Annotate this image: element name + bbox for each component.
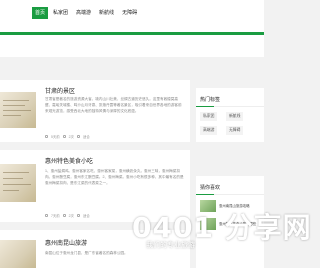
article-title[interactable]: 惠州特色美食小吃 bbox=[45, 156, 93, 165]
article-card[interactable]: 甘肃的景区 甘肃省是著名的旅游资源大省，境内山川壮美，丝绸古道历史悠久。这里有敦… bbox=[0, 80, 190, 142]
main-nav: 首页 私家团 高端游 新航线 无障碍 bbox=[32, 7, 140, 19]
banner-strip bbox=[0, 35, 264, 57]
article-thumbnail[interactable] bbox=[0, 240, 36, 268]
nav-home[interactable]: 首页 bbox=[32, 7, 49, 19]
hot-tags-title: 热门标签 bbox=[200, 97, 221, 103]
article-thumbnail[interactable] bbox=[0, 92, 36, 128]
tag-item[interactable]: 无障碍 bbox=[226, 126, 244, 135]
tag-icon bbox=[76, 214, 80, 217]
article-title[interactable]: 惠州南昆山旅游 bbox=[45, 238, 87, 247]
nav-private-tour[interactable]: 私家团 bbox=[50, 7, 71, 19]
eye-icon bbox=[62, 135, 66, 138]
recommend-title: 猜你喜欢 bbox=[200, 185, 221, 191]
nav-luxury-tour[interactable]: 高端游 bbox=[73, 7, 94, 19]
tag-item[interactable]: 私家团 bbox=[200, 112, 218, 121]
tag-item[interactable]: 新航线 bbox=[226, 112, 244, 121]
article-meta: 7天前 2次 适合 bbox=[45, 213, 90, 218]
tag-icon bbox=[76, 135, 80, 138]
article-excerpt: 1、惠州盐焗鸡。惠州客家名吃，惠州客家菜，惠州横沥汆丸，惠州三味，惠州梅菜扣肉。… bbox=[45, 169, 184, 185]
article-meta: 5天前 2次 适合 bbox=[45, 134, 90, 139]
eye-icon bbox=[62, 214, 66, 217]
nav-new-route[interactable]: 新航线 bbox=[96, 7, 117, 19]
article-thumbnail[interactable] bbox=[0, 164, 36, 202]
article-excerpt: 南昆山位于惠州龙门县，是广东省著名的森林公园。 bbox=[45, 251, 128, 255]
article-excerpt: 甘肃省是著名的旅游资源大省，境内山川壮美，丝绸古道历史悠久。这里有敦煌莫高窟、嘉… bbox=[45, 97, 182, 113]
clock-icon bbox=[45, 135, 48, 138]
hot-tags-panel: 热门标签 私家团 新航线 高端游 无障碍 bbox=[196, 88, 264, 142]
nav-accessible[interactable]: 无障碍 bbox=[119, 7, 140, 19]
tag-item[interactable]: 高端游 bbox=[200, 126, 218, 135]
watermark-subtitle: 我们的专业旅游 bbox=[146, 242, 195, 249]
clock-icon bbox=[45, 214, 48, 217]
top-bar: 首页 私家团 高端游 新航线 无障碍 bbox=[0, 0, 264, 32]
article-title[interactable]: 甘肃的景区 bbox=[45, 86, 75, 95]
